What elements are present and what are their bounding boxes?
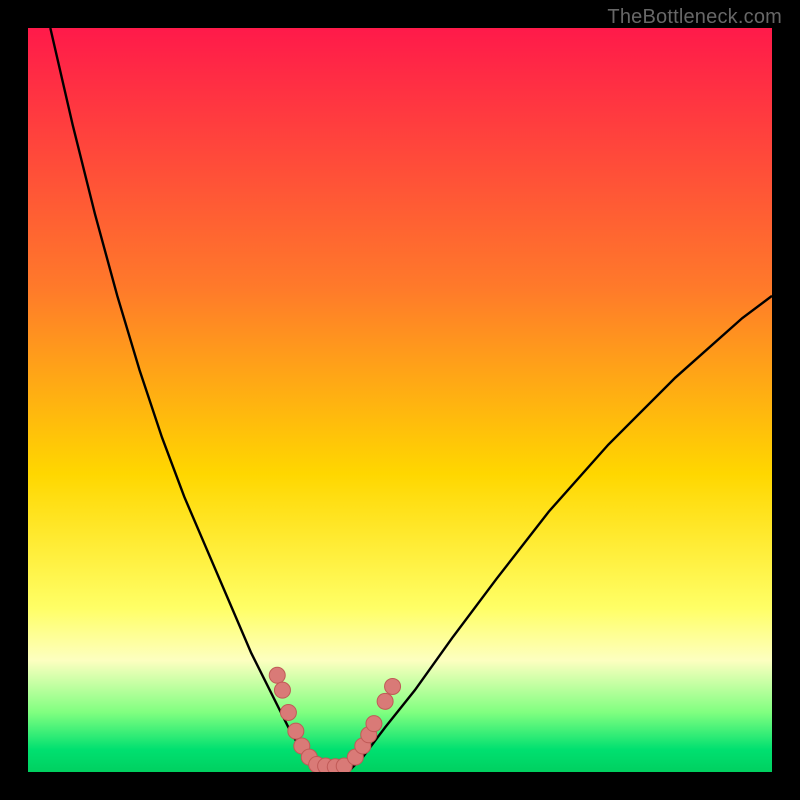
watermark-text: TheBottleneck.com: [607, 6, 782, 29]
data-marker: [377, 693, 393, 709]
chart-plot-area: [28, 28, 772, 772]
chart-svg: [28, 28, 772, 772]
data-marker: [385, 678, 401, 694]
data-marker: [269, 667, 285, 683]
data-marker: [274, 682, 290, 698]
data-marker: [366, 716, 382, 732]
data-marker: [280, 704, 296, 720]
gradient-background: [28, 28, 772, 772]
data-marker: [288, 723, 304, 739]
